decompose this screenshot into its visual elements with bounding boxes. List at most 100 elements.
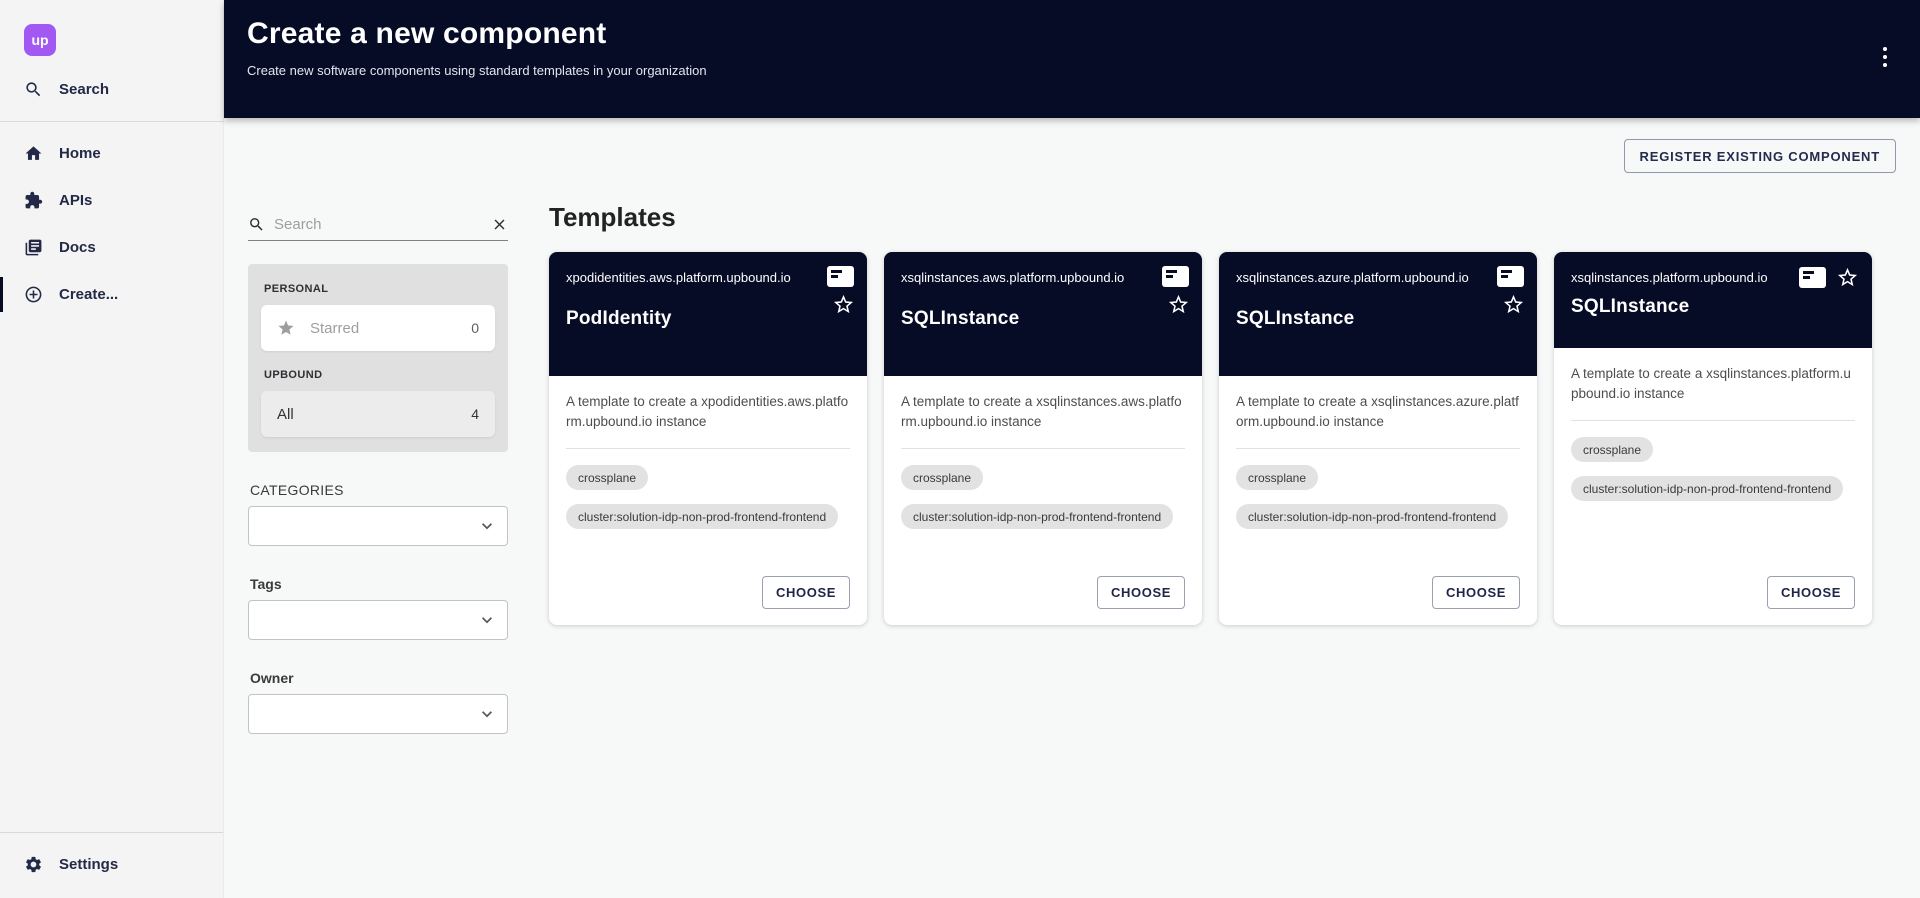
- template-type-icon: [1162, 266, 1189, 287]
- template-card[interactable]: xpodidentities.aws.platform.upbound.io P…: [549, 252, 867, 625]
- filter-search: [248, 216, 508, 241]
- template-type-icon: [1497, 266, 1524, 287]
- sidebar-item-label: Search: [59, 81, 109, 98]
- sidebar-item-label: Settings: [59, 856, 118, 873]
- sidebar-item-create[interactable]: Create...: [0, 271, 223, 318]
- templates-section: Templates xpodidentities.aws.platform.up…: [549, 180, 1896, 625]
- filter-search-input[interactable]: [274, 216, 482, 233]
- toolbar: REGISTER EXISTING COMPONENT: [248, 118, 1896, 173]
- template-card[interactable]: xsqlinstances.platform.upbound.io SQLIns…: [1554, 252, 1872, 625]
- search-icon: [24, 80, 43, 99]
- template-card-header: xsqlinstances.aws.platform.upbound.io SQ…: [884, 252, 1202, 376]
- template-card-header: xsqlinstances.azure.platform.upbound.io …: [1219, 252, 1537, 376]
- more-options-button[interactable]: [1876, 42, 1894, 72]
- sidebar-item-label: Create...: [59, 286, 118, 303]
- star-template-button[interactable]: [1836, 266, 1859, 289]
- star-template-button[interactable]: [832, 293, 855, 316]
- sidebar-item-label: Home: [59, 145, 101, 162]
- template-description: A template to create a xpodidentities.aw…: [566, 392, 850, 433]
- tag-chip: cluster:solution-idp-non-prod-frontend-f…: [566, 504, 838, 529]
- card-divider: [1236, 448, 1520, 449]
- star-outline-icon: [1167, 293, 1190, 316]
- search-icon: [248, 216, 265, 233]
- tag-chip: cluster:solution-idp-non-prod-frontend-f…: [1236, 504, 1508, 529]
- clear-search-icon[interactable]: [491, 216, 508, 233]
- tag-chip: crossplane: [1236, 465, 1318, 490]
- sidebar-item-label: APIs: [59, 192, 92, 209]
- chevron-down-icon: [477, 610, 497, 630]
- tags-label: Tags: [250, 576, 508, 592]
- chevron-down-icon: [477, 704, 497, 724]
- star-outline-icon: [1836, 266, 1859, 289]
- template-title: SQLInstance: [1571, 296, 1856, 318]
- card-divider: [566, 448, 850, 449]
- sidebar-item-label: Docs: [59, 239, 96, 256]
- template-card-body: A template to create a xpodidentities.aw…: [549, 376, 867, 625]
- template-card-body: A template to create a xsqlinstances.azu…: [1219, 376, 1537, 625]
- card-tags: crossplane cluster:solution-idp-non-prod-…: [1236, 465, 1520, 543]
- filter-all-label: All: [277, 406, 294, 423]
- main-row: PERSONAL Starred 0 UPBOUND All 4 CATEGOR…: [248, 180, 1896, 734]
- sidebar-divider: [0, 832, 223, 833]
- template-card-body: A template to create a xsqlinstances.pla…: [1554, 348, 1872, 625]
- card-divider: [1571, 420, 1855, 421]
- sidebar-item-apis[interactable]: APIs: [0, 177, 223, 224]
- template-card[interactable]: xsqlinstances.azure.platform.upbound.io …: [1219, 252, 1537, 625]
- star-template-button[interactable]: [1167, 293, 1190, 316]
- upbound-logo[interactable]: up: [24, 24, 56, 56]
- apis-icon: [24, 191, 43, 210]
- choose-button[interactable]: CHOOSE: [1432, 576, 1520, 609]
- tag-chip: crossplane: [1571, 437, 1653, 462]
- template-type-icon: [1799, 267, 1826, 288]
- ownership-filter-group: PERSONAL Starred 0 UPBOUND All 4: [248, 264, 508, 452]
- owner-select[interactable]: [248, 694, 508, 734]
- card-tags: crossplane cluster:solution-idp-non-prod-…: [1571, 437, 1855, 515]
- app-root: up Search Home APIs Docs Create... Setti…: [0, 0, 1920, 898]
- page-title: Create a new component: [247, 17, 1896, 51]
- template-card-grid: xpodidentities.aws.platform.upbound.io P…: [549, 252, 1896, 625]
- template-card[interactable]: xsqlinstances.aws.platform.upbound.io SQ…: [884, 252, 1202, 625]
- register-existing-component-button[interactable]: REGISTER EXISTING COMPONENT: [1624, 139, 1896, 173]
- sidebar-item-settings[interactable]: Settings: [0, 841, 223, 888]
- choose-button[interactable]: CHOOSE: [1767, 576, 1855, 609]
- template-description: A template to create a xsqlinstances.pla…: [1571, 364, 1855, 405]
- upbound-group-label: UPBOUND: [264, 369, 495, 381]
- card-divider: [901, 448, 1185, 449]
- sidebar-item-search[interactable]: Search: [0, 66, 223, 113]
- docs-icon: [24, 238, 43, 257]
- chevron-down-icon: [477, 516, 497, 536]
- star-outline-icon: [832, 293, 855, 316]
- template-title: PodIdentity: [566, 308, 851, 330]
- template-title: SQLInstance: [1236, 308, 1521, 330]
- template-title: SQLInstance: [901, 308, 1186, 330]
- star-template-button[interactable]: [1502, 293, 1525, 316]
- sidebar-spacer: [0, 318, 223, 824]
- template-card-header: xpodidentities.aws.platform.upbound.io P…: [549, 252, 867, 376]
- tag-chip: crossplane: [566, 465, 648, 490]
- tags-select[interactable]: [248, 600, 508, 640]
- template-description: A template to create a xsqlinstances.aws…: [901, 392, 1185, 433]
- star-icon: [277, 319, 295, 337]
- kebab-icon: [1883, 47, 1887, 51]
- sidebar-item-docs[interactable]: Docs: [0, 224, 223, 271]
- sidebar-item-home[interactable]: Home: [0, 130, 223, 177]
- choose-button[interactable]: CHOOSE: [762, 576, 850, 609]
- template-description: A template to create a xsqlinstances.azu…: [1236, 392, 1520, 433]
- template-name: xpodidentities.aws.platform.upbound.io: [566, 269, 851, 287]
- tag-chip: crossplane: [901, 465, 983, 490]
- template-card-body: A template to create a xsqlinstances.aws…: [884, 376, 1202, 625]
- page-subtitle: Create new software components using sta…: [247, 63, 1896, 78]
- template-name: xsqlinstances.aws.platform.upbound.io: [901, 269, 1186, 287]
- filter-starred[interactable]: Starred 0: [261, 305, 495, 351]
- card-footer: CHOOSE: [566, 576, 850, 609]
- content-area: REGISTER EXISTING COMPONENT PERSONAL St: [224, 118, 1920, 898]
- card-footer: CHOOSE: [901, 576, 1185, 609]
- tag-chip: cluster:solution-idp-non-prod-frontend-f…: [1571, 476, 1843, 501]
- filter-starred-label: Starred: [310, 320, 359, 337]
- categories-select[interactable]: [248, 506, 508, 546]
- card-tags: crossplanecluster:solution-idp-non-prod-…: [901, 465, 1185, 543]
- star-outline-icon: [1502, 293, 1525, 316]
- sidebar: up Search Home APIs Docs Create... Setti…: [0, 0, 224, 898]
- choose-button[interactable]: CHOOSE: [1097, 576, 1185, 609]
- filter-all[interactable]: All 4: [261, 391, 495, 437]
